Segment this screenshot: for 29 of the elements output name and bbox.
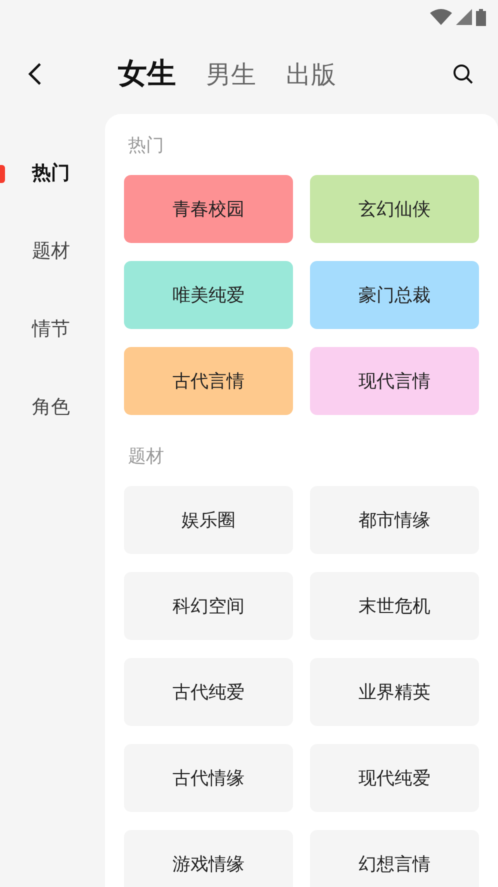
category-tag[interactable]: 古代言情: [124, 347, 293, 415]
tab[interactable]: 出版: [286, 58, 336, 91]
category-tag[interactable]: 现代言情: [310, 347, 479, 415]
tab[interactable]: 男生: [206, 58, 256, 91]
sidebar-item[interactable]: 情节: [0, 290, 105, 368]
sidebar-item[interactable]: 角色: [0, 368, 105, 446]
sidebar-item[interactable]: 题材: [0, 212, 105, 290]
category-tag[interactable]: 古代纯爱: [124, 658, 293, 726]
signal-icon: [456, 9, 472, 25]
category-tag[interactable]: 娱乐圈: [124, 486, 293, 554]
section-title: 题材: [127, 445, 165, 469]
category-tag[interactable]: 末世危机: [310, 572, 479, 640]
category-tag[interactable]: 游戏情缘: [124, 830, 293, 887]
tab[interactable]: 女生: [118, 54, 176, 94]
sidebar-item[interactable]: 热门: [0, 134, 105, 212]
category-tag[interactable]: 唯美纯爱: [124, 261, 293, 329]
category-tag[interactable]: 业界精英: [310, 658, 479, 726]
category-tag[interactable]: 幻想言情: [310, 830, 479, 887]
category-tag[interactable]: 都市情缘: [310, 486, 479, 554]
section-title: 热门: [127, 134, 165, 158]
category-tag[interactable]: 科幻空间: [124, 572, 293, 640]
category-tag[interactable]: 青春校园: [124, 175, 293, 243]
category-tag[interactable]: 玄幻仙侠: [310, 175, 479, 243]
category-tag[interactable]: 古代情缘: [124, 744, 293, 812]
category-tag[interactable]: 豪门总裁: [310, 261, 479, 329]
category-tag[interactable]: 现代纯爱: [310, 744, 479, 812]
wifi-icon: [430, 9, 452, 25]
selection-indicator: [0, 165, 5, 183]
battery-icon: [476, 8, 486, 26]
